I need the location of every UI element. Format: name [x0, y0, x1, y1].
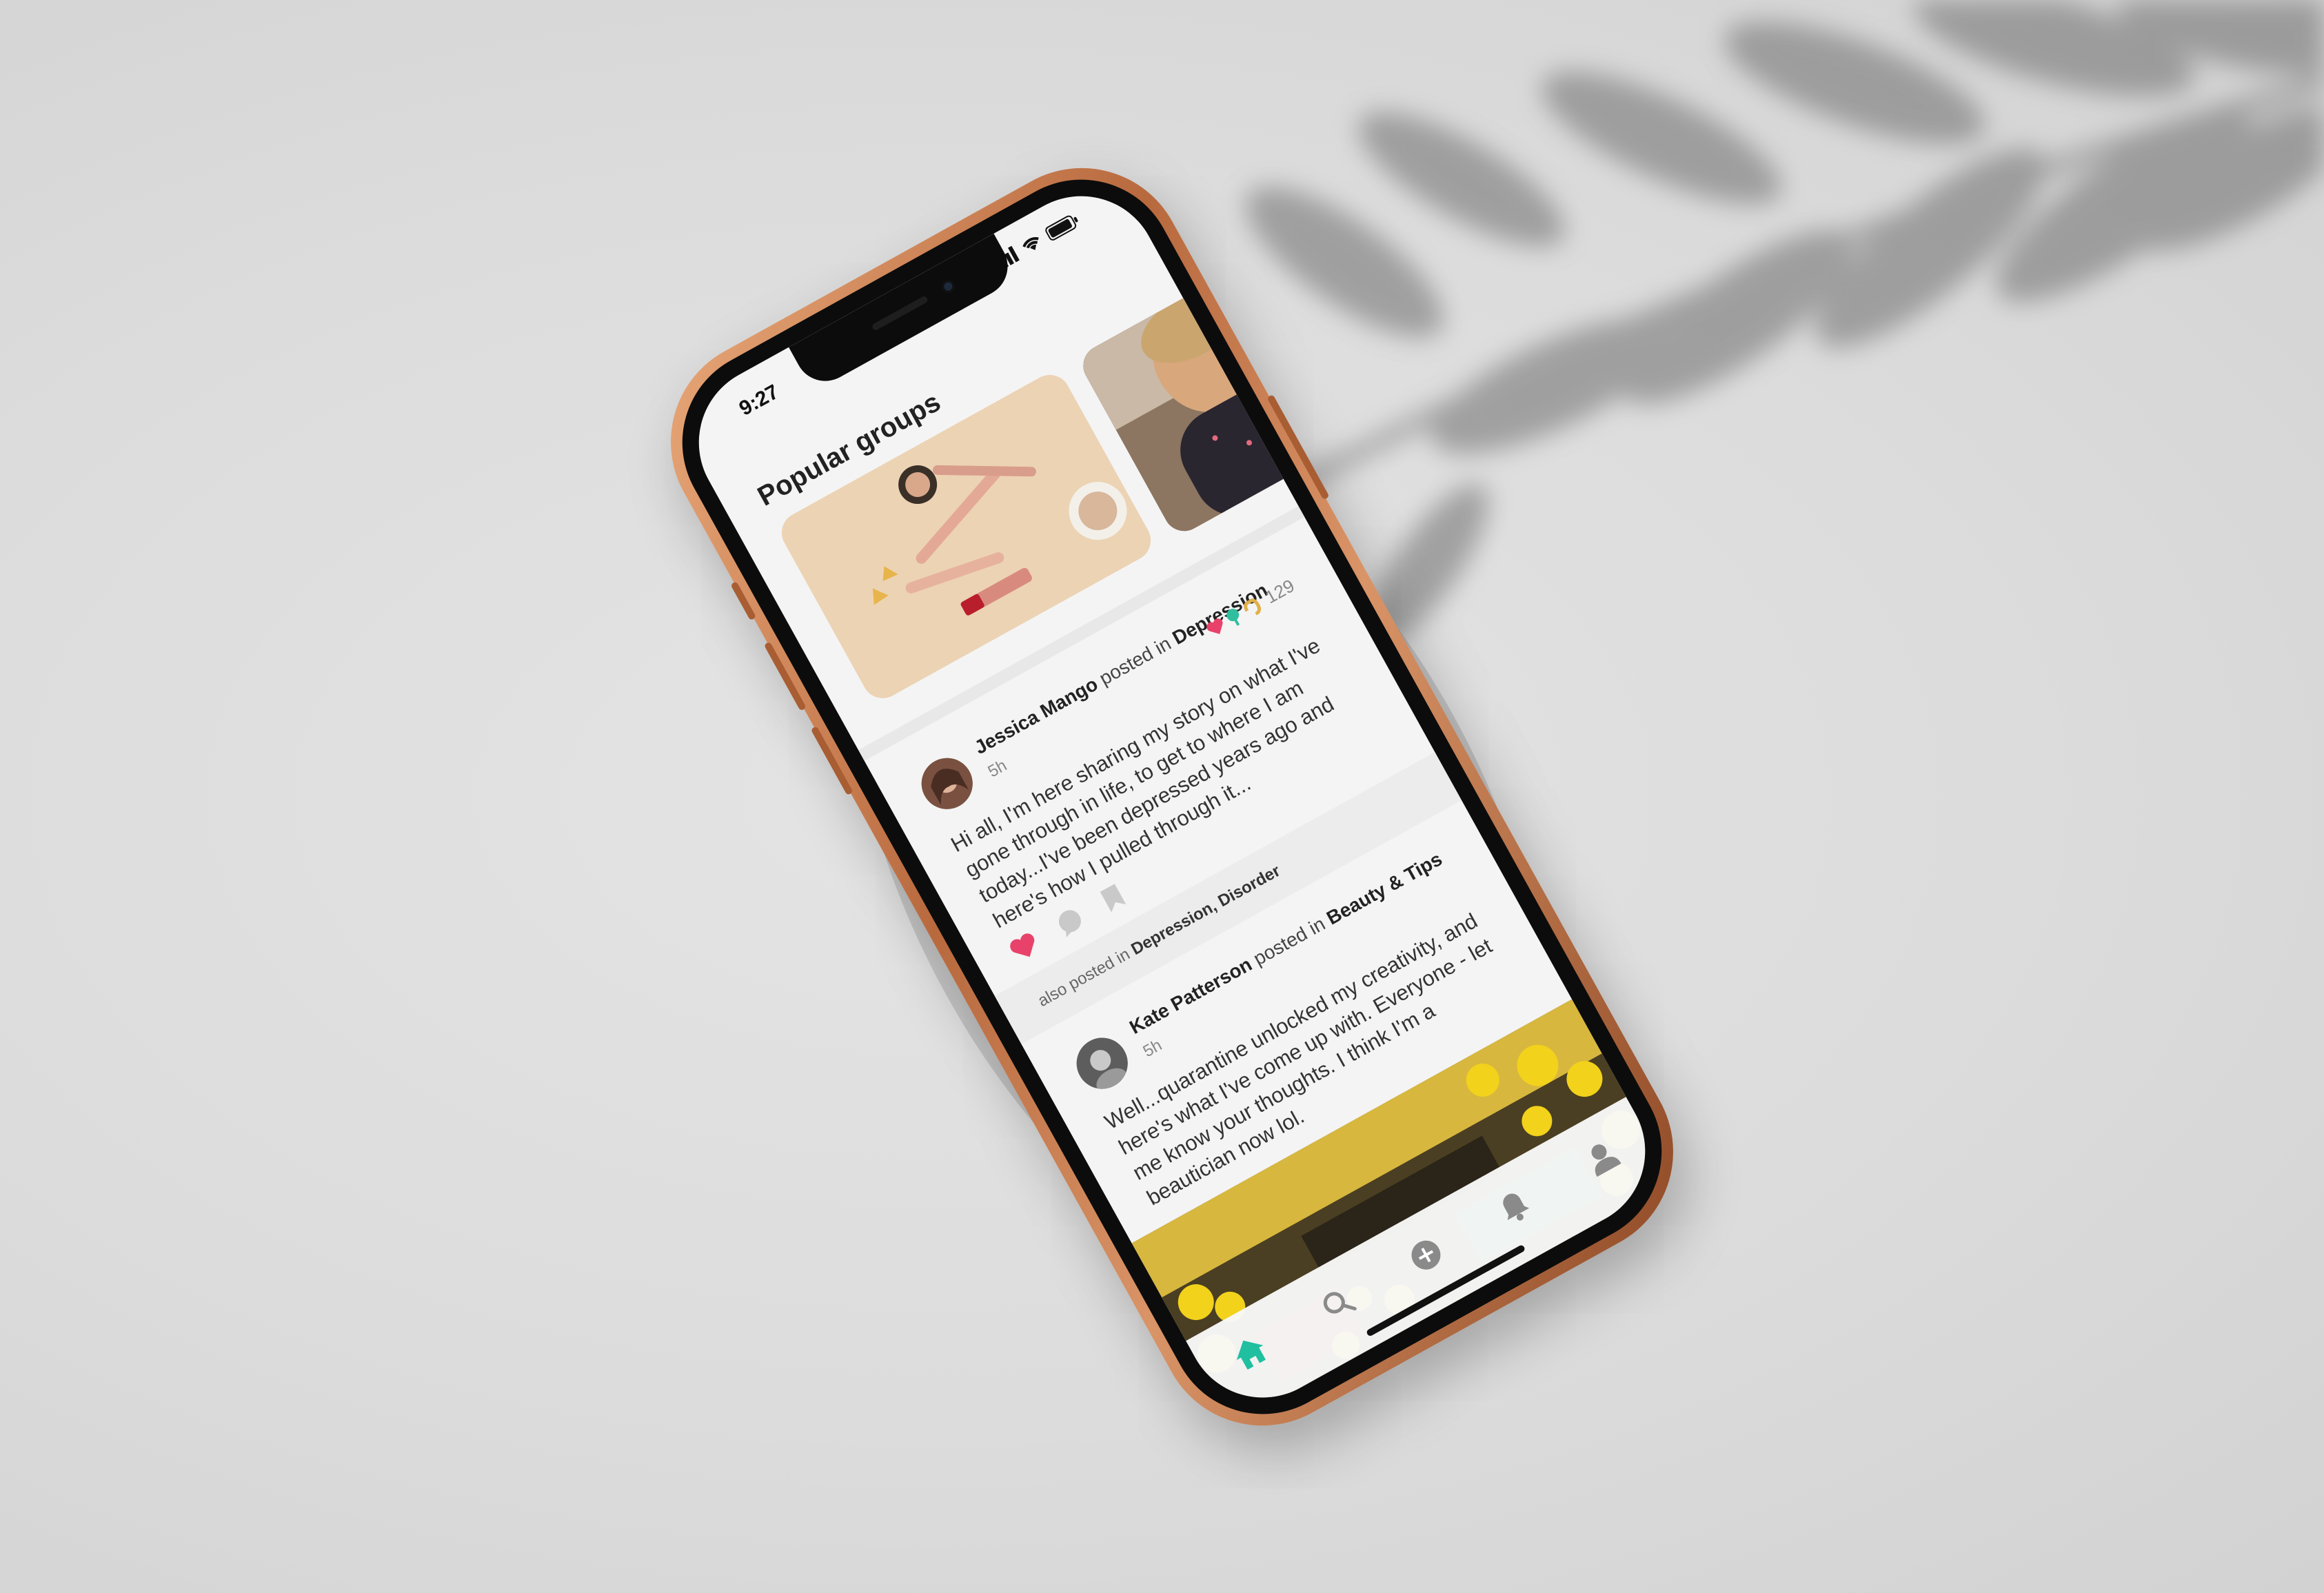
avatar[interactable] [912, 749, 982, 819]
search-icon [1323, 1292, 1357, 1314]
posted-in-label: posted in [1249, 913, 1329, 970]
posted-in-label: posted in [1095, 632, 1175, 689]
battery-icon [1045, 215, 1078, 241]
reaction-count: 129 [1262, 575, 1298, 608]
tab-notifications[interactable] [1484, 1176, 1544, 1236]
bell-icon [1503, 1193, 1530, 1221]
tab-search[interactable] [1308, 1274, 1368, 1334]
post-time: 5h [984, 755, 1011, 782]
tab-home[interactable] [1220, 1323, 1280, 1383]
hug-reaction-icon [1243, 598, 1261, 616]
speaker [871, 295, 929, 332]
heart-reaction-icon [1206, 618, 1222, 634]
avatar-image [1067, 1028, 1138, 1098]
tab-add[interactable] [1396, 1225, 1456, 1285]
add-icon [1411, 1240, 1441, 1270]
post-time: 5h [1140, 1035, 1165, 1062]
comment-icon[interactable] [1052, 904, 1089, 940]
support-reaction-icon [1226, 608, 1240, 626]
status-time: 9:27 [735, 380, 783, 420]
profile-icon [1591, 1144, 1621, 1177]
tab-profile[interactable] [1572, 1128, 1632, 1188]
bookmark-icon[interactable] [1098, 882, 1129, 915]
avatar-image [912, 749, 982, 819]
like-icon[interactable] [1007, 930, 1042, 965]
avatar[interactable] [1067, 1028, 1138, 1098]
wifi-icon [1022, 237, 1039, 250]
home-icon [1236, 1340, 1266, 1370]
front-camera [940, 278, 957, 295]
